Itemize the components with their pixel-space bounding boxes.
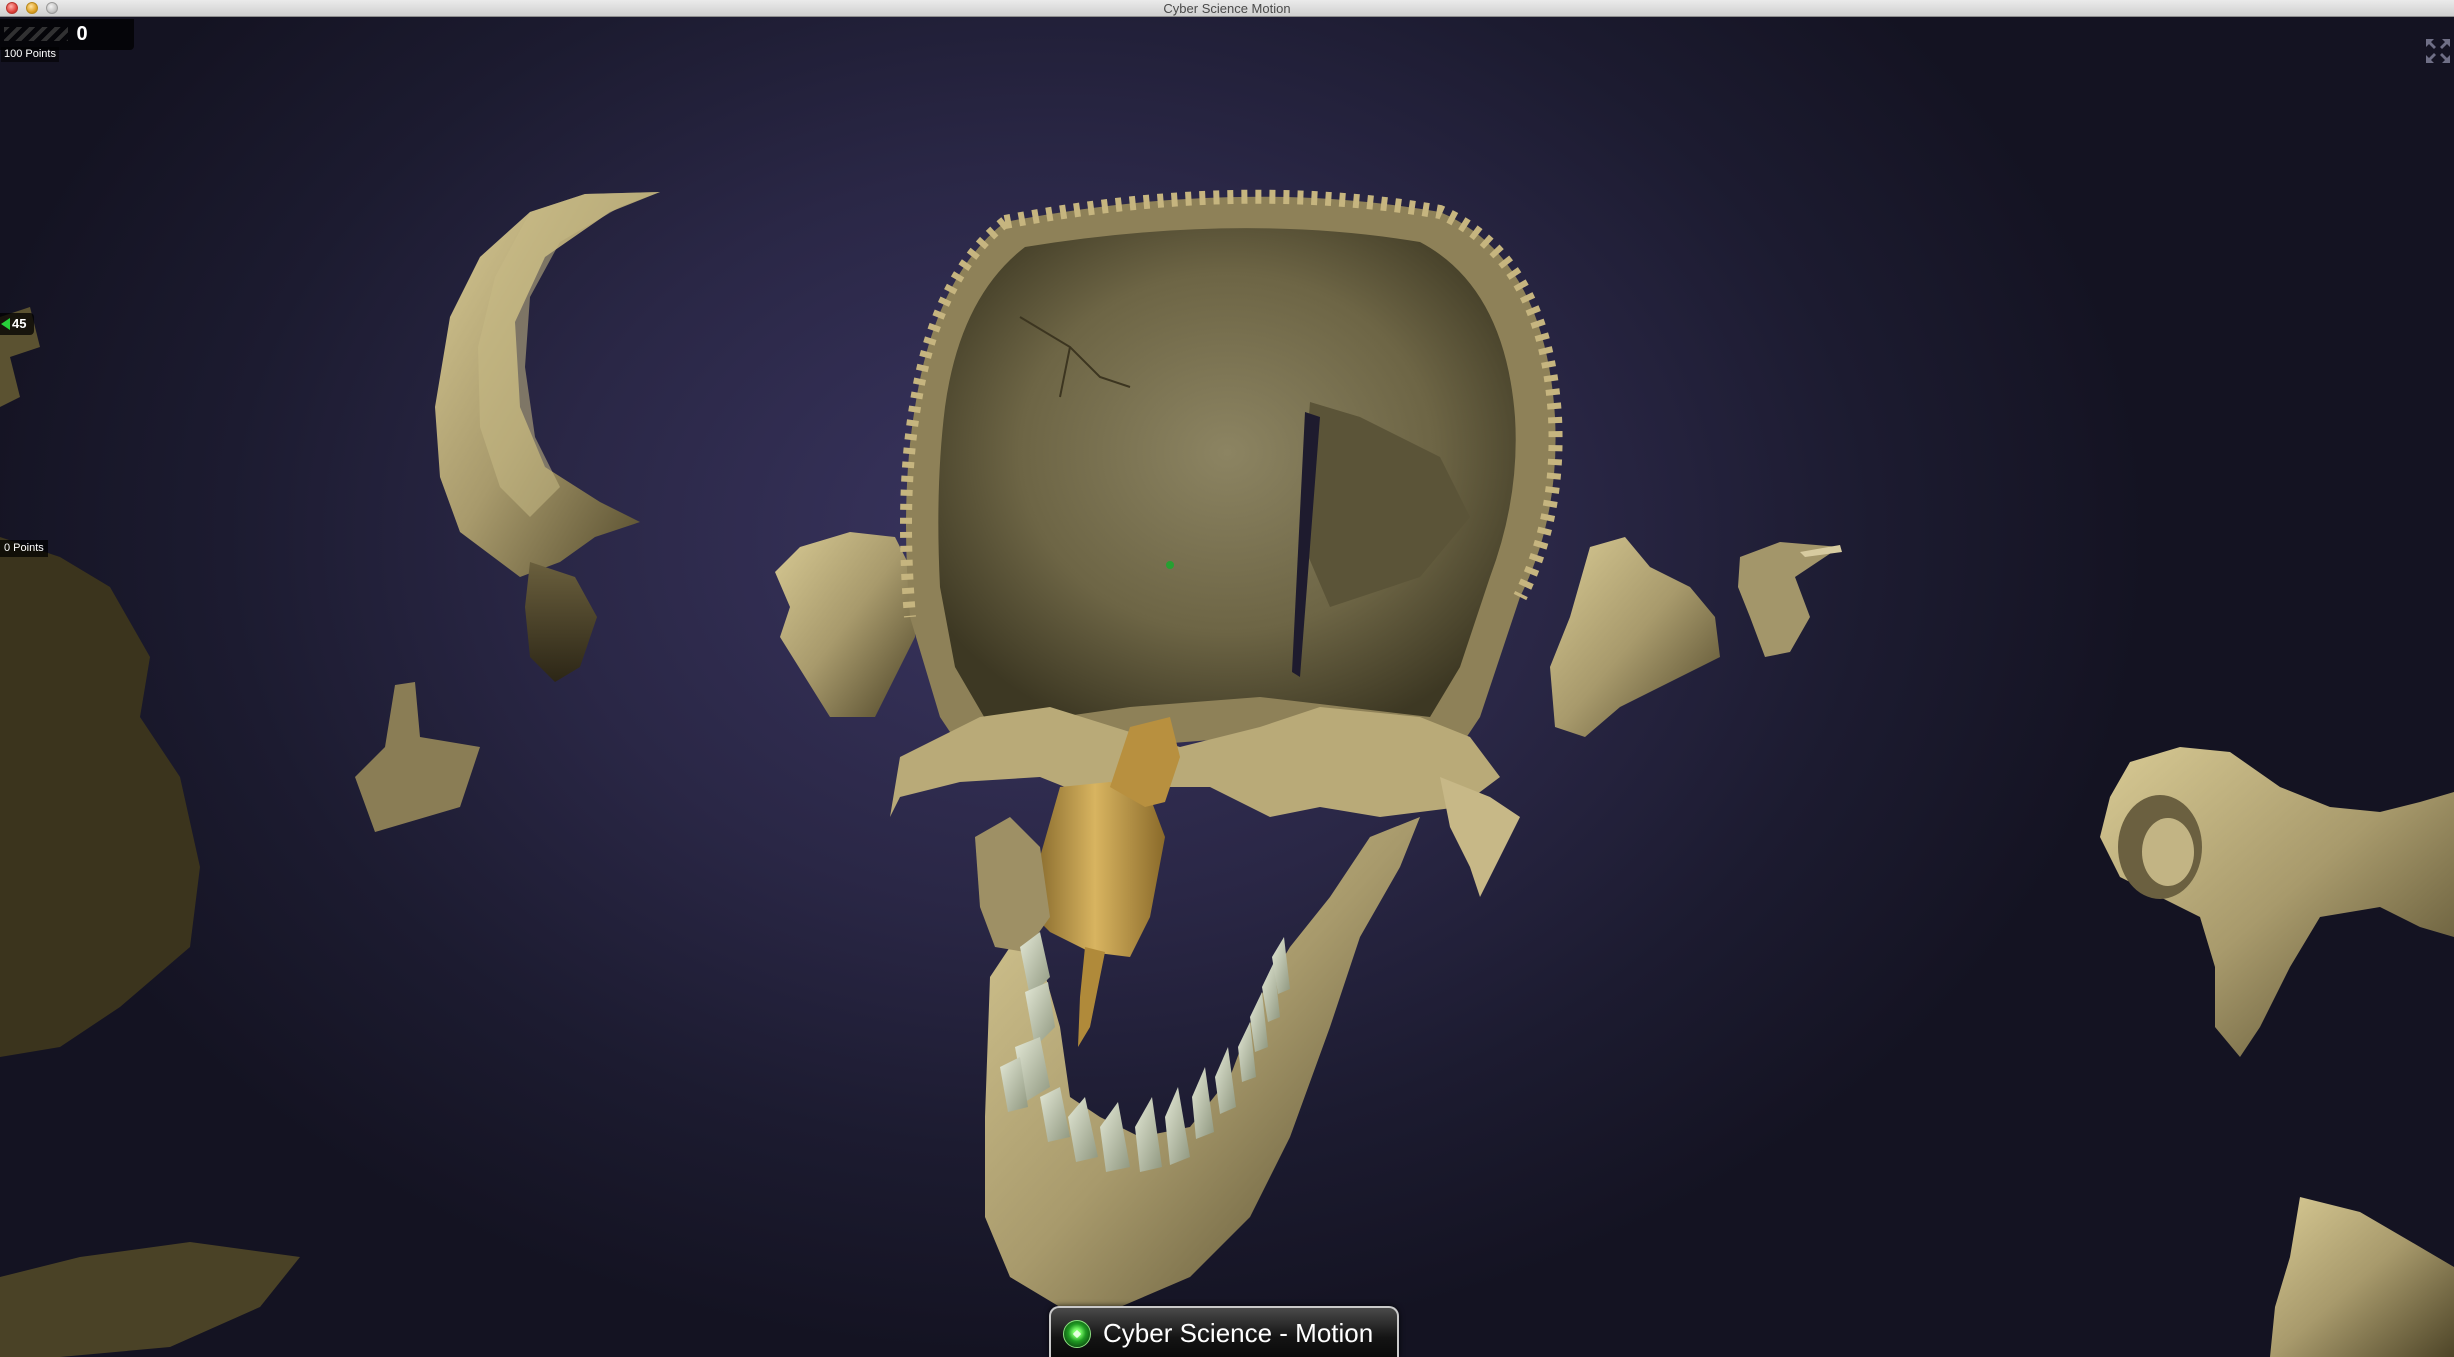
3d-viewport[interactable]: [0, 17, 2454, 1357]
right-side-bone[interactable]: [2100, 747, 2454, 1057]
highlighted-spike: [1078, 947, 1105, 1047]
secondary-points-label: 0 Points: [0, 540, 48, 557]
window-title: Cyber Science Motion: [1163, 1, 1291, 16]
target-marker[interactable]: [1166, 561, 1174, 569]
bottom-left-bone[interactable]: [0, 1242, 300, 1357]
score-pattern: [4, 27, 68, 41]
app-banner: Cyber Science - Motion: [1049, 1306, 1399, 1357]
small-bone-piece[interactable]: [355, 682, 480, 832]
score-value: 0: [76, 23, 88, 45]
score-panel: 0: [0, 19, 134, 50]
banner-title: Cyber Science - Motion: [1103, 1318, 1374, 1348]
right-small-bone[interactable]: [1738, 542, 1840, 657]
right-bone-socket-inner: [2142, 818, 2194, 886]
left-temporal-bone[interactable]: [775, 532, 915, 717]
score-points-label: 100 Points: [1, 47, 59, 62]
green-gem-icon: [1063, 1320, 1091, 1348]
timer-value: 45: [12, 316, 27, 331]
bottom-right-bone[interactable]: [2270, 1197, 2454, 1357]
highlighted-maxilla[interactable]: [1025, 782, 1165, 957]
mandible-left-ramus[interactable]: [975, 817, 1050, 952]
skull-scene[interactable]: [0, 17, 2454, 1357]
timer-arrow-icon: [1, 318, 10, 330]
right-temporal-bone[interactable]: [1550, 537, 1720, 737]
left-large-bone-shadow[interactable]: [0, 537, 200, 1057]
window-titlebar: Cyber Science Motion: [0, 0, 2454, 17]
right-zygomatic[interactable]: [1440, 777, 1520, 897]
fullscreen-icon[interactable]: [2424, 37, 2452, 65]
timer-panel: 45: [0, 313, 34, 335]
small-dark-bone[interactable]: [525, 562, 597, 682]
